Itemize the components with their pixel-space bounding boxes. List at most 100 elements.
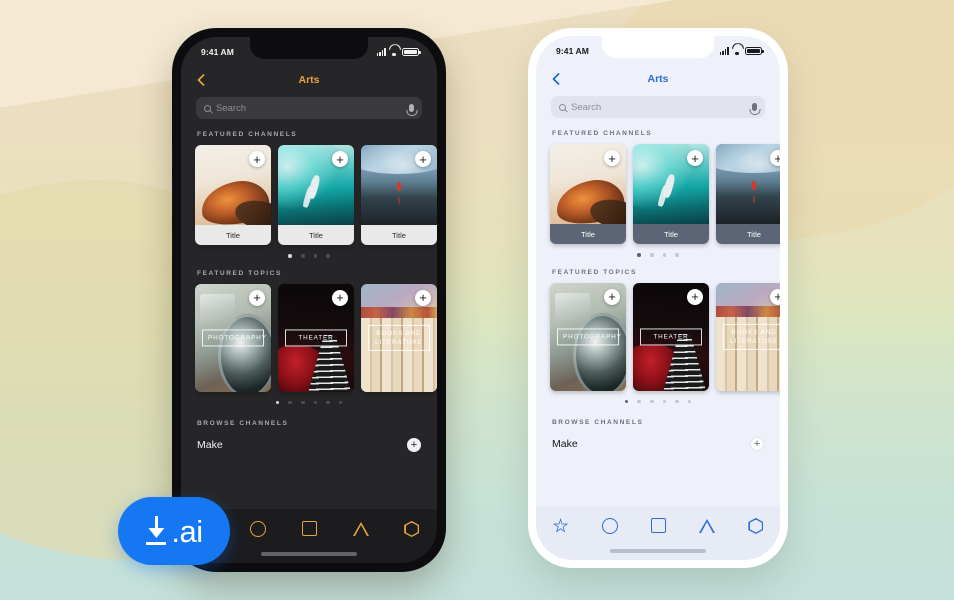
add-topic-button[interactable]: + <box>332 289 348 306</box>
topic-label: BOOKS AND LITERATURE <box>368 324 430 351</box>
microphone-icon[interactable] <box>409 104 414 112</box>
chevron-left-icon[interactable] <box>197 73 210 87</box>
wifi-icon <box>732 47 742 56</box>
square-icon[interactable] <box>301 521 317 536</box>
square-icon[interactable] <box>650 518 666 533</box>
channel-card[interactable]: + Title <box>633 144 709 244</box>
channel-card[interactable]: + Title <box>716 144 780 244</box>
home-indicator <box>610 549 706 553</box>
page-dot[interactable] <box>300 254 305 258</box>
triangle-icon[interactable] <box>352 521 369 536</box>
search-icon <box>204 104 211 112</box>
topics-page-dots[interactable] <box>536 391 780 404</box>
topic-card[interactable]: THEATER + <box>278 283 354 392</box>
topic-label: THEATER <box>640 328 702 346</box>
page-dot[interactable] <box>675 253 679 257</box>
status-time: 9:41 AM <box>201 47 234 57</box>
hexagon-icon[interactable] <box>748 518 764 534</box>
channel-title: Title <box>633 224 709 244</box>
triangle-icon[interactable] <box>699 518 716 533</box>
ai-download-badge[interactable]: .ai <box>118 497 230 565</box>
featured-channels-carousel[interactable]: + Title + Title + Title <box>181 145 437 245</box>
topic-label: BOOKS AND LITERATURE <box>723 323 780 350</box>
browse-channel-row[interactable]: Make + <box>536 433 780 452</box>
add-channel-button[interactable]: + <box>604 150 620 166</box>
ai-badge-label: .ai <box>171 513 203 549</box>
home-indicator <box>261 552 357 556</box>
add-topic-button[interactable]: + <box>415 289 431 306</box>
topic-card[interactable]: PHOTOGRAPHY + <box>550 282 626 391</box>
add-topic-button[interactable]: + <box>249 289 265 306</box>
page-dot[interactable] <box>649 399 654 404</box>
add-topic-button[interactable]: + <box>687 288 703 305</box>
page-dot[interactable] <box>288 400 292 405</box>
page-dot[interactable] <box>675 399 679 404</box>
page-dot[interactable] <box>326 400 330 405</box>
channels-page-dots[interactable] <box>536 244 780 257</box>
page-dot[interactable] <box>637 253 641 257</box>
browse-channels-heading: BROWSE CHANNELS <box>197 420 289 428</box>
wifi-icon <box>389 48 399 57</box>
featured-topics-carousel[interactable]: PHOTOGRAPHY + THEATER + BOOKS AND LITERA… <box>181 283 437 392</box>
hexagon-icon[interactable] <box>404 521 420 537</box>
circle-icon[interactable] <box>250 521 267 537</box>
channel-title: Title <box>278 225 354 245</box>
add-browse-channel-button[interactable]: + <box>407 438 421 453</box>
featured-topics-heading: FEATURED TOPICS <box>197 269 282 277</box>
topic-card[interactable]: PHOTOGRAPHY + <box>195 283 271 392</box>
page-dot[interactable] <box>288 254 292 258</box>
microphone-icon[interactable] <box>752 103 757 111</box>
channels-page-dots[interactable] <box>181 245 437 258</box>
channel-title: Title <box>550 224 626 244</box>
download-icon <box>145 516 167 546</box>
phone-mockup-light: 9:41 AM Arts Search FEATURED CHANNELS + <box>528 28 788 568</box>
page-dot[interactable] <box>649 253 654 257</box>
page-dot[interactable] <box>662 253 667 257</box>
browse-channel-row[interactable]: Make + <box>181 434 437 453</box>
cellular-signal-icon <box>719 47 729 56</box>
channel-card[interactable]: + Title <box>361 145 437 245</box>
browse-channels-heading: BROWSE CHANNELS <box>552 419 644 427</box>
featured-channels-carousel[interactable]: + Title + Title + Title <box>536 144 780 244</box>
featured-channels-heading: FEATURED CHANNELS <box>552 130 653 137</box>
add-channel-button[interactable]: + <box>687 150 703 166</box>
add-channel-button[interactable]: + <box>249 151 265 167</box>
add-browse-channel-button[interactable]: + <box>750 437 764 452</box>
topic-card[interactable]: BOOKS AND LITERATURE + <box>361 283 437 392</box>
page-dot[interactable] <box>300 400 305 405</box>
cellular-signal-icon <box>376 48 386 57</box>
search-icon <box>559 103 566 111</box>
nav-bar: Arts <box>536 64 780 94</box>
page-title: Arts <box>647 73 669 85</box>
featured-topics-carousel[interactable]: PHOTOGRAPHY + THEATER + BOOKS AND LITERA… <box>536 282 780 391</box>
channel-title: Title <box>361 225 437 245</box>
add-channel-button[interactable]: + <box>415 151 431 167</box>
topics-page-dots[interactable] <box>181 392 437 405</box>
phone-mockup-dark: 9:41 AM Arts Search FEATURED CHANNELS + <box>172 28 446 572</box>
add-channel-button[interactable]: + <box>332 151 348 167</box>
circle-icon[interactable] <box>601 518 618 534</box>
chevron-left-icon[interactable] <box>552 72 565 86</box>
topic-card[interactable]: THEATER + <box>633 282 709 391</box>
page-dot[interactable] <box>326 254 330 258</box>
channel-title: Title <box>195 225 271 245</box>
channel-card[interactable]: + Title <box>195 145 271 245</box>
screen-light: 9:41 AM Arts Search FEATURED CHANNELS + <box>536 36 780 560</box>
topic-card[interactable]: BOOKS AND LITERATURE + <box>716 282 780 391</box>
add-topic-button[interactable]: + <box>604 288 620 305</box>
featured-channels-heading: FEATURED CHANNELS <box>197 131 298 138</box>
status-bar: 9:41 AM <box>181 37 437 65</box>
status-bar: 9:41 AM <box>536 36 780 64</box>
page-dot[interactable] <box>637 399 641 404</box>
add-topic-button[interactable]: + <box>770 288 780 305</box>
page-dot[interactable] <box>313 254 318 258</box>
channel-card[interactable]: + Title <box>550 144 626 244</box>
star-icon[interactable] <box>552 518 569 533</box>
channel-card[interactable]: + Title <box>278 145 354 245</box>
search-input[interactable]: Search <box>551 96 765 118</box>
nav-bar: Arts <box>181 65 437 95</box>
search-placeholder: Search <box>571 101 602 113</box>
add-channel-button[interactable]: + <box>770 150 780 166</box>
channel-title: Title <box>716 224 780 244</box>
search-input[interactable]: Search <box>196 97 422 119</box>
